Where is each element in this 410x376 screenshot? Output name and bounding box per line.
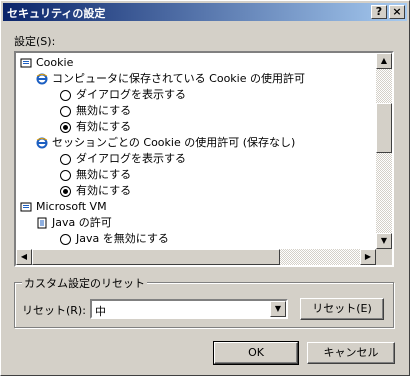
- tree-item-label: Microsoft VM: [36, 200, 107, 213]
- vertical-scrollbar[interactable]: ▲ ▼: [376, 53, 392, 249]
- title-bar: セキュリティの設定 ? ×: [3, 3, 407, 21]
- radio-button[interactable]: [60, 154, 71, 165]
- cancel-button[interactable]: キャンセル: [307, 342, 395, 364]
- dialog-title: セキュリティの設定: [7, 7, 106, 20]
- custom-reset-group-title: カスタム設定のリセット: [22, 275, 147, 291]
- scroll-down-button[interactable]: ▼: [376, 233, 392, 249]
- tree-item-label: 有効にする: [76, 184, 132, 197]
- settings-label: 設定(S):: [14, 35, 56, 48]
- settings-folder-icon: [20, 201, 32, 213]
- radio-button[interactable]: [60, 234, 71, 245]
- help-button[interactable]: ?: [371, 5, 387, 19]
- tree-item-label: Java の許可: [52, 216, 112, 229]
- reset-button[interactable]: リセット(E): [300, 298, 384, 320]
- scroll-up-button[interactable]: ▲: [376, 53, 392, 69]
- scroll-left-button[interactable]: ◀: [16, 249, 32, 265]
- tree-item-label: Cookie: [36, 56, 74, 69]
- scroll-right-button[interactable]: ▶: [360, 249, 376, 265]
- ie-icon: [36, 73, 48, 85]
- tree-item-label: ダイアログを表示する: [76, 88, 186, 101]
- tree-item-label: 無効にする: [76, 168, 132, 181]
- vertical-scroll-thumb[interactable]: [376, 103, 392, 153]
- horizontal-scrollbar[interactable]: ◀ ▶: [16, 249, 376, 265]
- close-button[interactable]: ×: [389, 5, 405, 19]
- security-settings-dialog: セキュリティの設定 ? × 設定(S): Cookie コンピュータに保存されてい…: [0, 0, 410, 376]
- radio-button[interactable]: [60, 186, 71, 197]
- ok-button[interactable]: OK: [213, 341, 299, 365]
- reset-level-select[interactable]: 中 ▼: [90, 299, 288, 319]
- tree-item-label: 無効にする: [76, 104, 132, 117]
- chevron-down-icon[interactable]: ▼: [270, 301, 286, 317]
- ie-icon: [36, 137, 48, 149]
- reset-level-value: 中: [95, 305, 106, 318]
- settings-folder-icon: [20, 57, 32, 69]
- scrollbar-corner: [376, 249, 392, 265]
- tree-item-label: ダイアログを表示する: [76, 152, 186, 165]
- radio-button[interactable]: [60, 122, 71, 133]
- tree-item-label: セッションごとの Cookie の使用許可 (保存なし): [52, 136, 296, 149]
- horizontal-scroll-thumb[interactable]: [32, 249, 280, 265]
- reset-label: リセット(R):: [22, 304, 86, 317]
- radio-button[interactable]: [60, 106, 71, 117]
- tree-item-label: コンピュータに保存されている Cookie の使用許可: [52, 72, 305, 85]
- settings-tree[interactable]: Cookie コンピュータに保存されている Cookie の使用許可ダイアログを表…: [14, 51, 394, 267]
- tree-item-label: Java を無効にする: [76, 232, 169, 245]
- page-icon: [36, 217, 48, 229]
- radio-button[interactable]: [60, 170, 71, 181]
- tree-item-label: 有効にする: [76, 120, 132, 133]
- radio-button[interactable]: [60, 90, 71, 101]
